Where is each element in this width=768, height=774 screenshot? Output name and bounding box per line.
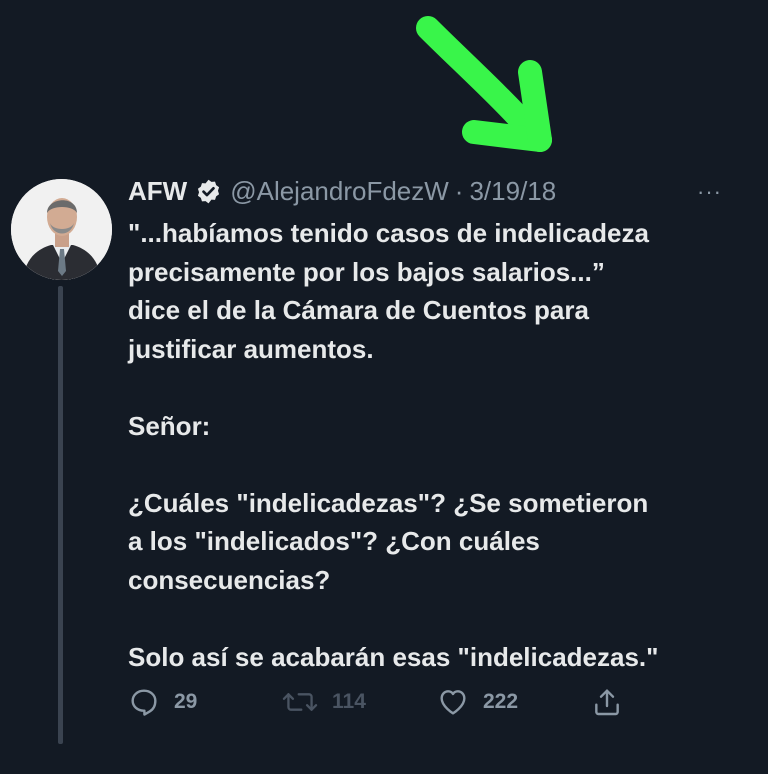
more-options-icon[interactable]: ···: [697, 181, 722, 203]
tweet-line: consecuencias?: [128, 564, 331, 595]
tweet-text: "...habíamos tenido casos de indelicadez…: [128, 214, 748, 676]
tweet-line: Señor:: [128, 410, 211, 441]
reply-count: 29: [174, 690, 198, 713]
header-separator: ·: [454, 175, 464, 206]
avatar-photo: [11, 179, 112, 280]
tweet-date[interactable]: 3/19/18: [469, 176, 556, 207]
tweet-line: ¿Cuáles "indelicadezas"? ¿Se sometieron: [128, 487, 649, 518]
verified-badge-icon: [195, 178, 222, 205]
tweet-line: dice el de la Cámara de Cuentos para: [128, 295, 589, 325]
reply-icon: [131, 689, 157, 716]
tweet-actions: 29 114 222: [0, 684, 768, 720]
author-handle[interactable]: @AlejandroFdezW: [230, 176, 449, 207]
avatar[interactable]: [11, 179, 112, 280]
tweet-line: precisamente por los bajos salarios...”: [128, 256, 605, 287]
share-icon: [595, 689, 619, 716]
thread-connector-line: [58, 286, 63, 744]
tweet-line: Solo así se acabarán esas "indelicadezas…: [128, 641, 659, 672]
like-button[interactable]: 222: [437, 684, 518, 720]
author-name[interactable]: AFW: [128, 176, 187, 207]
like-count: 222: [483, 690, 519, 713]
tweet-line: "...habíamos tenido casos de indelicadez…: [128, 218, 649, 248]
retweet-icon: [282, 693, 318, 711]
tweet-header: AFW @AlejandroFdezW · 3/19/18: [128, 174, 556, 208]
share-button[interactable]: [591, 684, 623, 720]
heart-icon: [440, 690, 466, 715]
tweet-line: justificar aumentos.: [128, 333, 374, 364]
retweet-count: 114: [332, 690, 366, 713]
tweet-screenshot: AFW @AlejandroFdezW · 3/19/18 ··· "...ha…: [0, 0, 768, 774]
tweet-line: a los "indelicados"? ¿Con cuáles: [128, 526, 540, 556]
retweet-button[interactable]: 114: [282, 684, 366, 720]
reply-button[interactable]: 29: [128, 684, 197, 720]
